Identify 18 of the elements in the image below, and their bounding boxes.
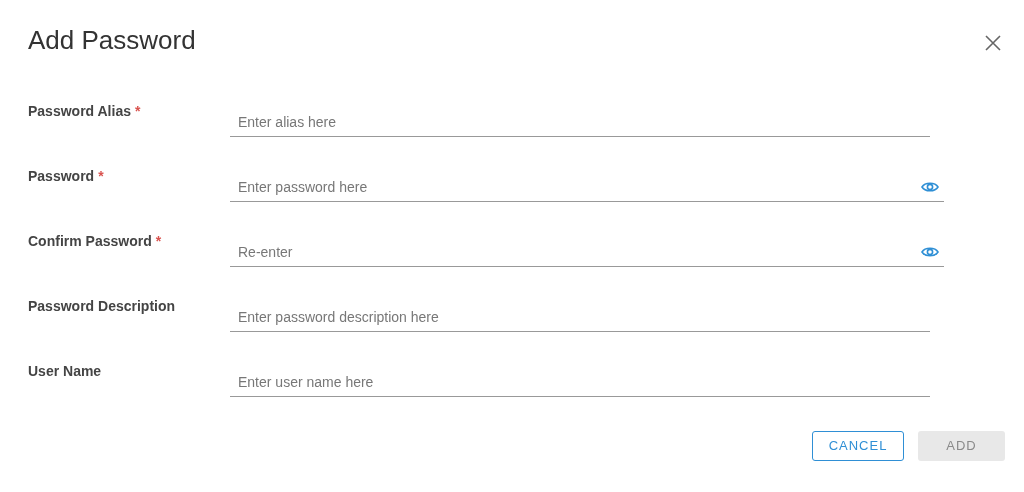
input-field[interactable]: Enter password description here xyxy=(230,302,930,332)
field-label: Password xyxy=(28,168,95,184)
field-label: Confirm Password xyxy=(28,233,152,249)
input-field[interactable]: Enter alias here xyxy=(230,107,930,137)
field-label: Password Description xyxy=(28,298,176,314)
required-mark: * xyxy=(135,103,141,119)
dialog-title: Add Password xyxy=(28,24,196,56)
password-field[interactable]: Re-enter xyxy=(230,237,944,267)
cancel-button[interactable]: CANCEL xyxy=(812,431,904,461)
field-label: Password Alias xyxy=(28,103,131,119)
close-icon xyxy=(984,34,1002,52)
password-field[interactable]: Enter password here xyxy=(230,172,944,202)
required-mark: * xyxy=(98,168,104,184)
field-label: User Name xyxy=(28,363,102,379)
input-field[interactable]: Enter user name here xyxy=(230,367,930,397)
eye-icon[interactable] xyxy=(921,181,939,193)
required-mark: * xyxy=(155,233,162,249)
eye-icon[interactable] xyxy=(921,246,939,258)
